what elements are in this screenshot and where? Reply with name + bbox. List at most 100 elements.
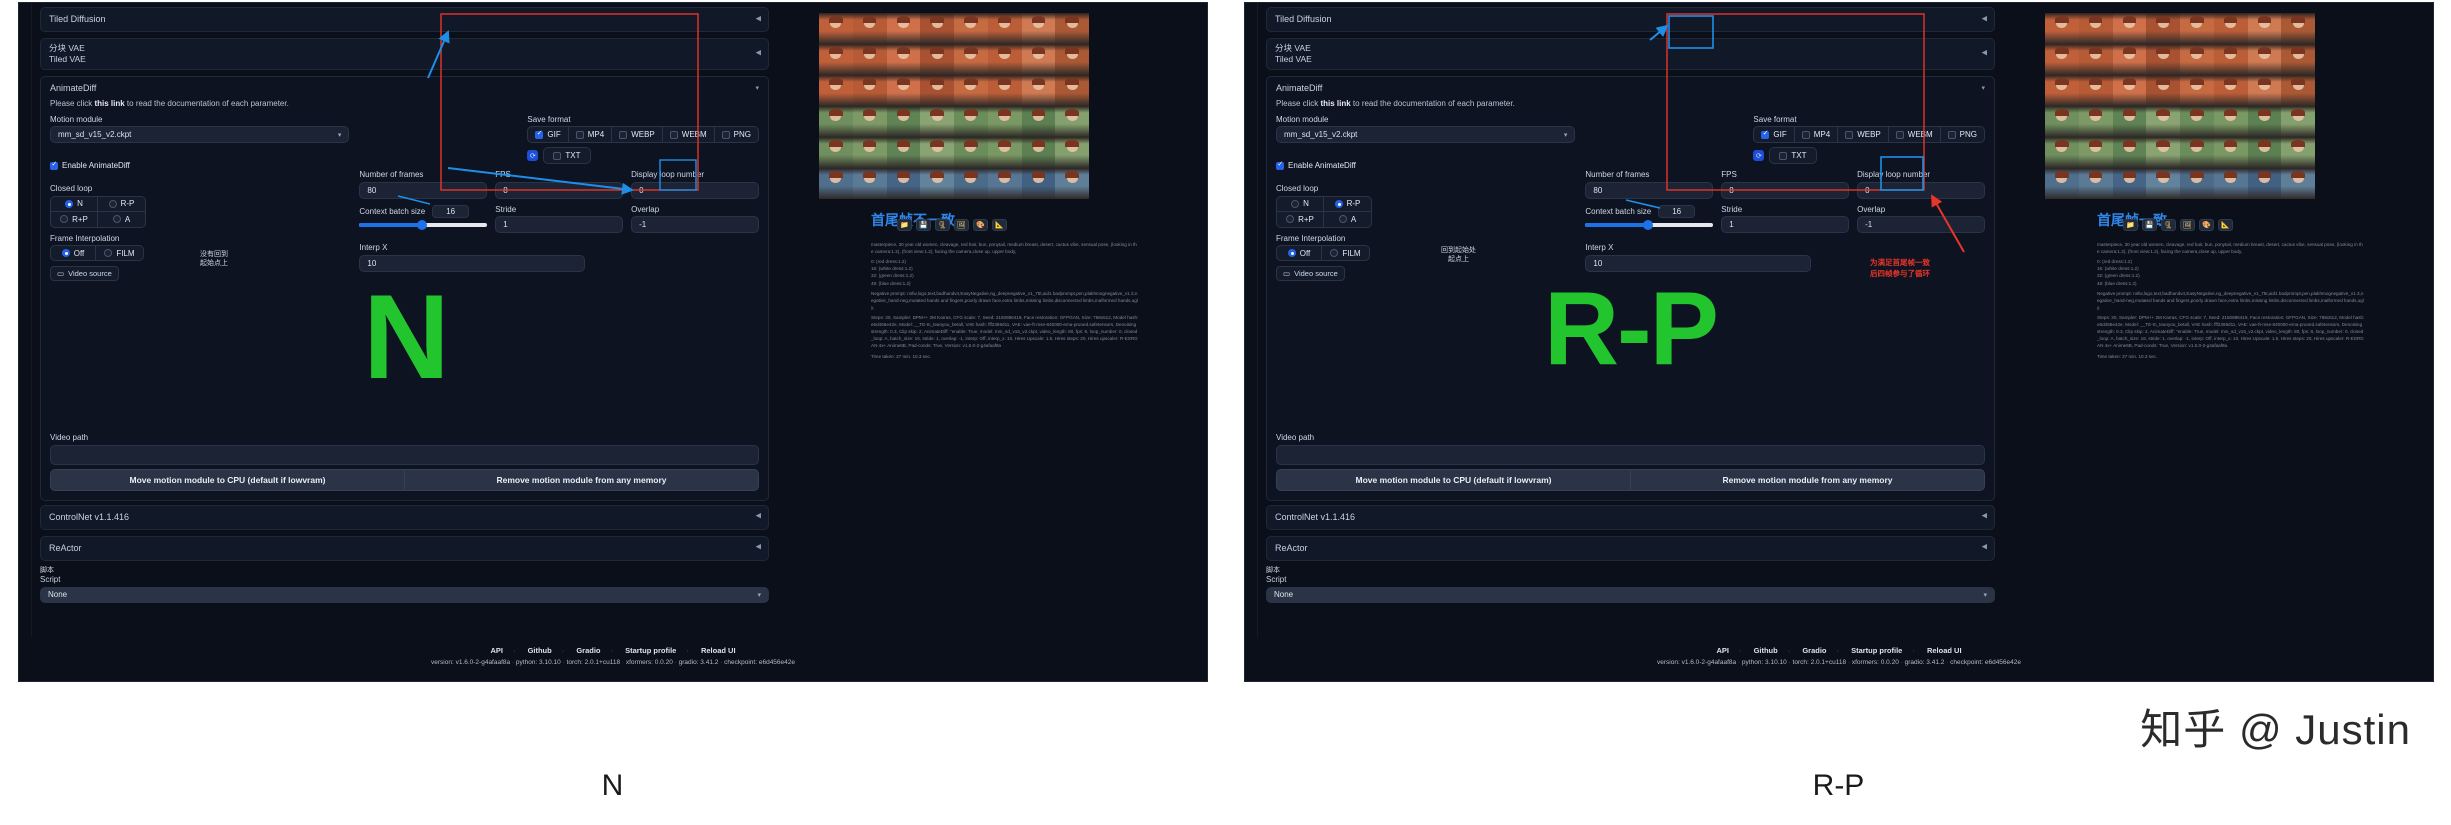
move-motion-module-to-cpu-button[interactable]: Move motion module to CPU (default if lo… — [1276, 468, 1631, 491]
radio-closed-loop-rp-plus[interactable]: R+P — [50, 211, 98, 228]
chevron-down-icon[interactable]: ▾ — [1981, 84, 1985, 92]
save-format-gif[interactable]: GIF — [1753, 126, 1795, 143]
fps-input[interactable]: 8 — [495, 181, 624, 199]
move-motion-module-to-cpu-button[interactable]: Move motion module to CPU (default if lo… — [50, 468, 405, 491]
radio-interp-film[interactable]: FILM — [1322, 245, 1370, 261]
radio-closed-loop-n[interactable]: N — [1276, 195, 1324, 212]
accordion-controlnet[interactable]: ControlNet v1.1.416 ◀ — [1266, 504, 1995, 530]
enable-animatediff-checkbox[interactable]: Enable AnimateDiff — [50, 157, 137, 174]
display-loop-number-input[interactable]: 0 — [1857, 181, 1985, 199]
remove-motion-module-button[interactable]: Remove motion module from any memory — [1631, 468, 1985, 491]
image-toolbar-left[interactable]: 📁 💾 🗜 🖼 🎨 📐 — [897, 219, 1007, 231]
footer-link-startup-profile[interactable]: Startup profile — [625, 646, 676, 655]
send-to-extras-icon[interactable]: 📐 — [992, 219, 1007, 231]
save-format-png[interactable]: PNG — [714, 126, 759, 143]
footer-links-left[interactable]: API · Github · Gradio · Startup profile · Re… — [19, 646, 1207, 655]
slider-knob[interactable] — [416, 219, 427, 230]
save-format-webm[interactable]: WEBM — [662, 126, 715, 143]
folder-icon[interactable]: 📁 — [897, 219, 912, 231]
result-image-grid-left[interactable] — [819, 13, 1089, 199]
footer-links-right[interactable]: API · Github · Gradio · Startup profile · Re… — [1245, 646, 2433, 655]
enable-animatediff-checkbox[interactable]: Enable AnimateDiff — [1276, 157, 1363, 174]
closed-loop-radio-group[interactable]: N R-P R+P A — [1276, 195, 1372, 228]
refresh-icon[interactable]: ⟳ — [1753, 150, 1765, 161]
fps-input[interactable]: 8 — [1721, 181, 1850, 199]
radio-interp-film[interactable]: FILM — [96, 245, 144, 261]
footer-link-github[interactable]: Github — [528, 646, 552, 655]
save-format-mp4[interactable]: MP4 — [568, 126, 613, 143]
footer-link-gradio[interactable]: Gradio — [1802, 646, 1826, 655]
zip-icon[interactable]: 🗜 — [935, 219, 950, 231]
overlap-input[interactable]: -1 — [631, 216, 759, 233]
doc-link[interactable]: this link — [1320, 99, 1350, 108]
footer-link-startup-profile[interactable]: Startup profile — [1851, 646, 1902, 655]
accordion-tiled-vae[interactable]: 分块 VAE Tiled VAE ◀ — [1266, 38, 1995, 70]
video-path-input[interactable] — [1276, 444, 1985, 465]
send-to-inpaint-icon[interactable]: 🎨 — [2199, 219, 2214, 231]
radio-closed-loop-a[interactable]: A — [1324, 211, 1372, 228]
save-format-webm[interactable]: WEBM — [1888, 126, 1941, 143]
footer-link-api[interactable]: API — [490, 646, 503, 655]
accordion-tiled-diffusion[interactable]: Tiled Diffusion ◀ — [1266, 7, 1995, 33]
send-to-inpaint-icon[interactable]: 🎨 — [973, 219, 988, 231]
footer-link-gradio[interactable]: Gradio — [576, 646, 600, 655]
save-format-gif[interactable]: GIF — [527, 126, 569, 143]
stride-input[interactable]: 1 — [495, 216, 624, 233]
folder-icon[interactable]: 📁 — [2123, 219, 2138, 231]
accordion-controlnet[interactable]: ControlNet v1.1.416 ◀ — [40, 504, 769, 530]
remove-motion-module-button[interactable]: Remove motion module from any memory — [405, 468, 759, 491]
save-format-txt[interactable]: TXT — [543, 147, 591, 164]
interp-x-input[interactable]: 10 — [359, 254, 586, 272]
send-to-img2img-icon[interactable]: 🖼 — [2180, 219, 2195, 231]
footer-link-reload-ui[interactable]: Reload UI — [1927, 646, 1962, 655]
image-toolbar-right[interactable]: 📁 💾 🗜 🖼 🎨 📐 — [2123, 219, 2233, 231]
context-batch-size-slider[interactable] — [1585, 219, 1714, 230]
result-image-grid-right[interactable] — [2045, 13, 2315, 199]
frame-interpolation-radio-group[interactable]: Off FILM — [1276, 245, 1575, 261]
send-to-extras-icon[interactable]: 📐 — [2218, 219, 2233, 231]
closed-loop-radio-group[interactable]: N R-P R+P A — [50, 195, 146, 228]
save-format-txt[interactable]: TXT — [1769, 147, 1817, 164]
video-path-input[interactable] — [50, 444, 759, 465]
script-select[interactable]: None ▾ — [40, 586, 769, 603]
radio-closed-loop-rp-minus[interactable]: R-P — [1324, 195, 1372, 212]
radio-closed-loop-rp-minus[interactable]: R-P — [98, 195, 146, 212]
interp-x-input[interactable]: 10 — [1585, 254, 1812, 272]
radio-closed-loop-a[interactable]: A — [98, 211, 146, 228]
number-of-frames-input[interactable]: 80 — [1585, 181, 1714, 199]
refresh-icon[interactable]: ⟳ — [527, 150, 539, 161]
accordion-reactor[interactable]: ReActor ◀ — [40, 535, 769, 561]
accordion-reactor[interactable]: ReActor ◀ — [1266, 535, 1995, 561]
save-format-group[interactable]: GIF MP4 WEBP WEBM PNG — [1753, 126, 1985, 143]
radio-closed-loop-n[interactable]: N — [50, 195, 98, 212]
doc-link[interactable]: this link — [94, 99, 124, 108]
display-loop-number-input[interactable]: 0 — [631, 181, 759, 199]
video-source-button[interactable]: ▭ Video source — [50, 266, 119, 281]
stride-input[interactable]: 1 — [1721, 216, 1850, 233]
radio-closed-loop-rp-plus[interactable]: R+P — [1276, 211, 1324, 228]
motion-module-select[interactable]: mm_sd_v15_v2.ckpt ▾ — [1276, 126, 1576, 143]
save-format-webp[interactable]: WEBP — [612, 126, 663, 143]
context-batch-size-slider[interactable] — [359, 219, 488, 230]
zip-icon[interactable]: 🗜 — [2161, 219, 2176, 231]
script-select[interactable]: None ▾ — [1266, 586, 1995, 603]
save-icon[interactable]: 💾 — [2142, 219, 2157, 231]
radio-interp-off[interactable]: Off — [1276, 245, 1322, 261]
send-to-img2img-icon[interactable]: 🖼 — [954, 219, 969, 231]
motion-module-select[interactable]: mm_sd_v15_v2.ckpt ▾ — [50, 126, 350, 143]
slider-knob[interactable] — [1642, 219, 1653, 230]
radio-interp-off[interactable]: Off — [50, 245, 96, 261]
video-source-button[interactable]: ▭ Video source — [1276, 266, 1345, 281]
save-format-group[interactable]: GIF MP4 WEBP WEBM PNG — [527, 126, 759, 143]
footer-link-github[interactable]: Github — [1754, 646, 1778, 655]
save-format-mp4[interactable]: MP4 — [1794, 126, 1839, 143]
save-format-png[interactable]: PNG — [1940, 126, 1985, 143]
number-of-frames-input[interactable]: 80 — [359, 181, 488, 199]
footer-link-reload-ui[interactable]: Reload UI — [701, 646, 736, 655]
save-icon[interactable]: 💾 — [916, 219, 931, 231]
overlap-input[interactable]: -1 — [1857, 216, 1985, 233]
accordion-tiled-vae[interactable]: 分块 VAE Tiled VAE ◀ — [40, 38, 769, 70]
chevron-down-icon[interactable]: ▾ — [755, 84, 759, 92]
accordion-tiled-diffusion[interactable]: Tiled Diffusion ◀ — [40, 7, 769, 33]
footer-link-api[interactable]: API — [1716, 646, 1729, 655]
